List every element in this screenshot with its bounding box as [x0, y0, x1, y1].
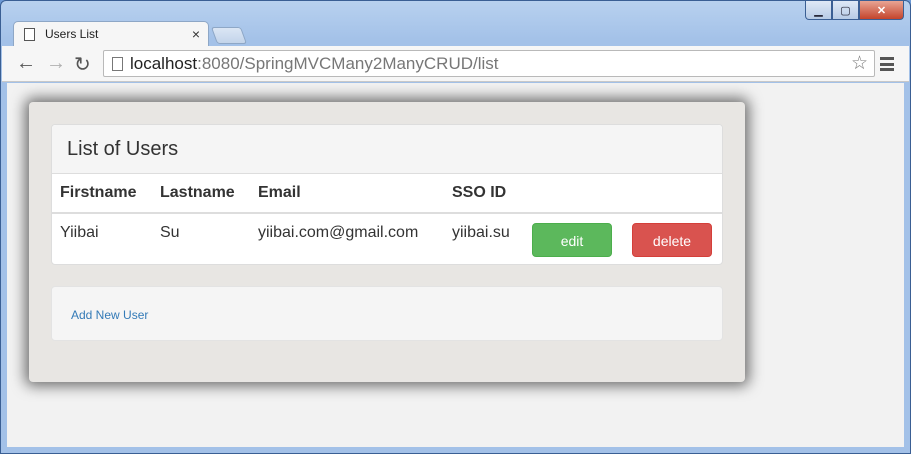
- new-tab-button[interactable]: [210, 27, 248, 44]
- cell-email: yiibai.com@gmail.com: [258, 224, 419, 241]
- forward-arrow-icon[interactable]: →: [46, 52, 66, 75]
- add-user-well: Add New User: [51, 286, 723, 341]
- close-window-button[interactable]: ✕: [859, 1, 904, 20]
- reload-icon[interactable]: ↻: [74, 52, 91, 77]
- browser-tab[interactable]: Users List ×: [13, 21, 209, 46]
- bookmark-star-icon[interactable]: ☆: [851, 52, 868, 75]
- page-viewport: List of Users Firstname Lastname Email S…: [7, 83, 904, 447]
- menu-icon[interactable]: [879, 55, 895, 73]
- edit-button[interactable]: edit: [532, 223, 612, 257]
- column-header-sso-id: SSO ID: [444, 174, 524, 214]
- window-controls: ▁ ▢ ✕: [805, 1, 904, 21]
- delete-button[interactable]: delete: [632, 223, 712, 257]
- users-panel: List of Users Firstname Lastname Email S…: [51, 124, 723, 265]
- back-arrow-icon[interactable]: ←: [16, 52, 36, 75]
- column-header-firstname: Firstname: [52, 174, 152, 214]
- panel-heading: List of Users: [52, 125, 722, 174]
- page-info-icon[interactable]: [112, 56, 123, 71]
- browser-window: ▁ ▢ ✕ Users List × ← → ↻ localhost:8080/…: [0, 0, 911, 454]
- column-header-delete: [624, 174, 722, 214]
- maximize-button[interactable]: ▢: [832, 1, 859, 20]
- cell-lastname: Su: [160, 224, 180, 241]
- users-table: Firstname Lastname Email SSO ID Yiibai S…: [52, 174, 722, 263]
- cell-sso-id: yiibai.su: [452, 224, 510, 241]
- tab-title: Users List: [45, 27, 99, 41]
- table-header-row: Firstname Lastname Email SSO ID: [52, 174, 722, 214]
- content-card: List of Users Firstname Lastname Email S…: [29, 102, 745, 382]
- column-header-edit: [524, 174, 624, 214]
- table-row: Yiibai Su yiibai.com@gmail.com yiibai.su…: [52, 213, 722, 263]
- browser-toolbar: ← → ↻ localhost:8080/SpringMVCMany2ManyC…: [2, 46, 909, 82]
- url-text[interactable]: localhost:8080/SpringMVCMany2ManyCRUD/li…: [130, 54, 499, 74]
- column-header-lastname: Lastname: [152, 174, 250, 214]
- cell-delete: delete: [624, 213, 722, 263]
- cell-firstname: Yiibai: [60, 224, 99, 241]
- column-header-email: Email: [250, 174, 444, 214]
- cell-edit: edit: [524, 213, 624, 263]
- add-new-user-link[interactable]: Add New User: [71, 308, 148, 322]
- page-icon: [24, 27, 35, 41]
- address-bar[interactable]: localhost:8080/SpringMVCMany2ManyCRUD/li…: [103, 50, 875, 77]
- tab-close-icon[interactable]: ×: [192, 26, 200, 42]
- minimize-button[interactable]: ▁: [805, 1, 832, 20]
